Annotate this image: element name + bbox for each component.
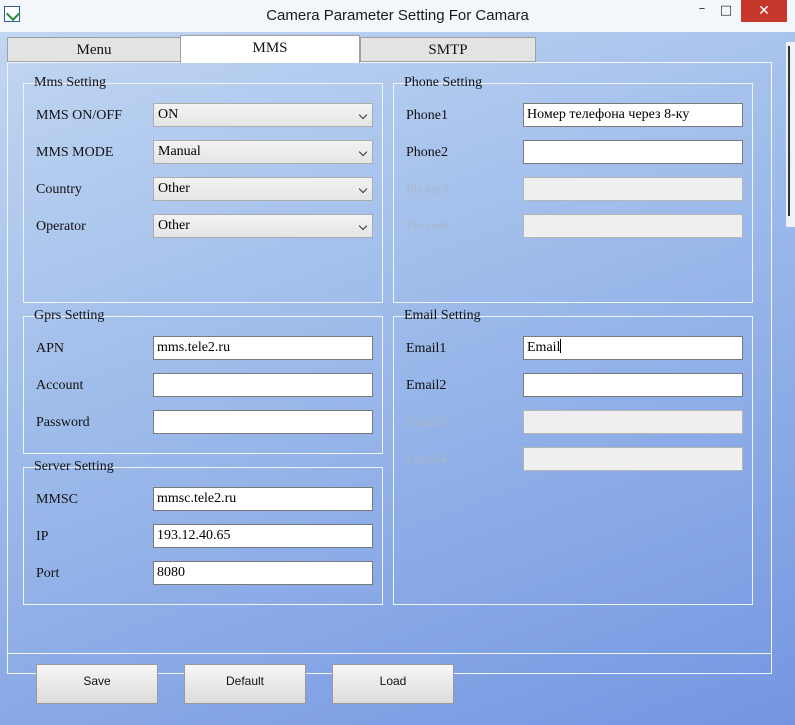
email-setting-title: Email Setting — [404, 308, 481, 323]
operator-value: Other — [158, 218, 190, 233]
mms-mode-value: Manual — [158, 144, 201, 159]
load-button[interactable]: Load — [332, 664, 454, 704]
chevron-down-icon — [358, 221, 368, 231]
phone2-input[interactable] — [523, 140, 743, 164]
password-label: Password — [36, 415, 90, 430]
text-cursor — [560, 339, 562, 353]
operator-label: Operator — [36, 219, 86, 234]
apn-label: APN — [36, 341, 65, 356]
phone2-label: Phone2 — [406, 145, 448, 160]
tab-mms[interactable]: MMS — [180, 35, 360, 63]
account-label: Account — [36, 378, 84, 393]
phone3-input — [523, 177, 743, 201]
close-button[interactable]: ✕ — [741, 0, 787, 22]
maximize-button[interactable]: □ — [715, 0, 737, 22]
country-value: Other — [158, 181, 190, 196]
mms-setting-group: Mms Setting MMS ON/OFF ON MMS MODE Manua… — [23, 75, 383, 303]
phone4-label: Phone4 — [406, 219, 448, 234]
phone-setting-title: Phone Setting — [404, 75, 483, 90]
email3-input — [523, 410, 743, 434]
chevron-down-icon — [358, 184, 368, 194]
email1-input[interactable]: Email — [523, 336, 743, 360]
window-title-text: Camera Parameter Setting For Camara — [266, 7, 529, 24]
client-area: Menu MMS SMTP Mms Setting MMS ON/OFF ON … — [0, 32, 795, 725]
email4-input — [523, 447, 743, 471]
operator-select[interactable]: Other — [153, 214, 373, 238]
gprs-setting-group: Gprs Setting APN mms.tele2.ru Account Pa… — [23, 308, 383, 454]
phone1-label: Phone1 — [406, 108, 448, 123]
side-scrollbar[interactable] — [786, 42, 795, 227]
mmsc-input[interactable]: mmsc.tele2.ru — [153, 487, 373, 511]
mms-mode-select[interactable]: Manual — [153, 140, 373, 164]
mms-onoff-select[interactable]: ON — [153, 103, 373, 127]
mms-onoff-value: ON — [158, 107, 179, 122]
mms-mode-label: MMS MODE — [36, 145, 114, 160]
mms-setting-title: Mms Setting — [34, 75, 106, 90]
phone1-input[interactable]: Номер телефона через 8-ку — [523, 103, 743, 127]
chevron-down-icon — [358, 110, 368, 120]
maximize-icon: □ — [719, 3, 733, 18]
email1-value: Email — [527, 340, 561, 355]
mms-onoff-label: MMS ON/OFF — [36, 108, 122, 123]
ip-label: IP — [36, 529, 49, 544]
email3-label: Email3 — [406, 415, 447, 430]
port-input[interactable]: 8080 — [153, 561, 373, 585]
title-bar: Camera Parameter Setting For Camara – □ … — [0, 0, 795, 32]
default-button[interactable]: Default — [184, 664, 306, 704]
apn-input[interactable]: mms.tele2.ru — [153, 336, 373, 360]
account-input[interactable] — [153, 373, 373, 397]
email4-label: Email4 — [406, 452, 447, 467]
country-label: Country — [36, 182, 82, 197]
phone-setting-group: Phone Setting Phone1 Номер телефона чере… — [393, 75, 753, 303]
server-setting-title: Server Setting — [34, 459, 114, 474]
email-setting-group: Email Setting Email1 Email Email2 Email3… — [393, 308, 753, 605]
tab-menu[interactable]: Menu — [7, 37, 181, 62]
phone4-input — [523, 214, 743, 238]
save-button[interactable]: Save — [36, 664, 158, 704]
phone3-label: Phone3 — [406, 182, 448, 197]
close-icon: ✕ — [758, 3, 770, 19]
port-label: Port — [36, 566, 60, 581]
window-title: Camera Parameter Setting For Camara — [0, 0, 795, 32]
email2-input[interactable] — [523, 373, 743, 397]
server-setting-group: Server Setting MMSC mmsc.tele2.ru IP 193… — [23, 459, 383, 605]
minimize-button[interactable]: – — [692, 0, 712, 22]
email2-label: Email2 — [406, 378, 447, 393]
country-select[interactable]: Other — [153, 177, 373, 201]
password-input[interactable] — [153, 410, 373, 434]
tab-smtp[interactable]: SMTP — [360, 37, 536, 62]
email1-label: Email1 — [406, 341, 447, 356]
ip-input[interactable]: 193.12.40.65 — [153, 524, 373, 548]
minimize-icon: – — [698, 1, 706, 16]
chevron-down-icon — [358, 147, 368, 157]
mmsc-label: MMSC — [36, 492, 79, 507]
gprs-setting-title: Gprs Setting — [34, 308, 105, 323]
